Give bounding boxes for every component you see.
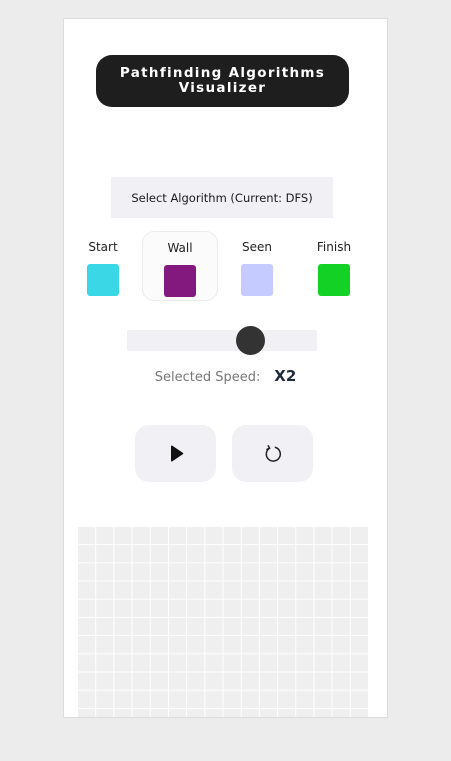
app-title-line1: Pathfinding Algorithms	[119, 65, 326, 81]
speed-slider[interactable]	[127, 326, 317, 355]
speed-readout: Selected Speed: X2	[64, 367, 387, 385]
finish-swatch	[318, 264, 350, 296]
reset-button[interactable]	[232, 425, 313, 482]
reset-icon	[265, 444, 281, 462]
play-button[interactable]	[135, 425, 216, 482]
seen-swatch	[241, 264, 273, 296]
wall-swatch	[164, 265, 196, 297]
legend-label-wall: Wall	[167, 241, 193, 255]
legend-label-finish: Finish	[316, 240, 352, 254]
legend-label-seen: Seen	[242, 240, 272, 254]
legend-item-wall[interactable]: Wall	[142, 231, 218, 301]
app-title: Pathfinding Algorithms Visualizer	[96, 55, 349, 107]
speed-value: X2	[274, 367, 297, 385]
speed-slider-thumb[interactable]	[236, 326, 266, 355]
legend-label-start: Start	[88, 240, 118, 254]
legend-item-finish[interactable]: Finish	[296, 231, 372, 301]
legend-item-seen[interactable]: Seen	[219, 231, 295, 301]
start-swatch	[87, 264, 119, 296]
play-icon	[170, 445, 183, 461]
app-title-line2: Visualizer	[178, 80, 267, 96]
app-card: Pathfinding Algorithms Visualizer Select…	[63, 18, 388, 718]
legend-item-start[interactable]: Start	[65, 231, 141, 301]
select-algorithm-button[interactable]: Select Algorithm (Current: DFS)	[111, 177, 333, 218]
pathfinding-grid[interactable]	[77, 526, 368, 717]
speed-label: Selected Speed:	[154, 370, 261, 385]
